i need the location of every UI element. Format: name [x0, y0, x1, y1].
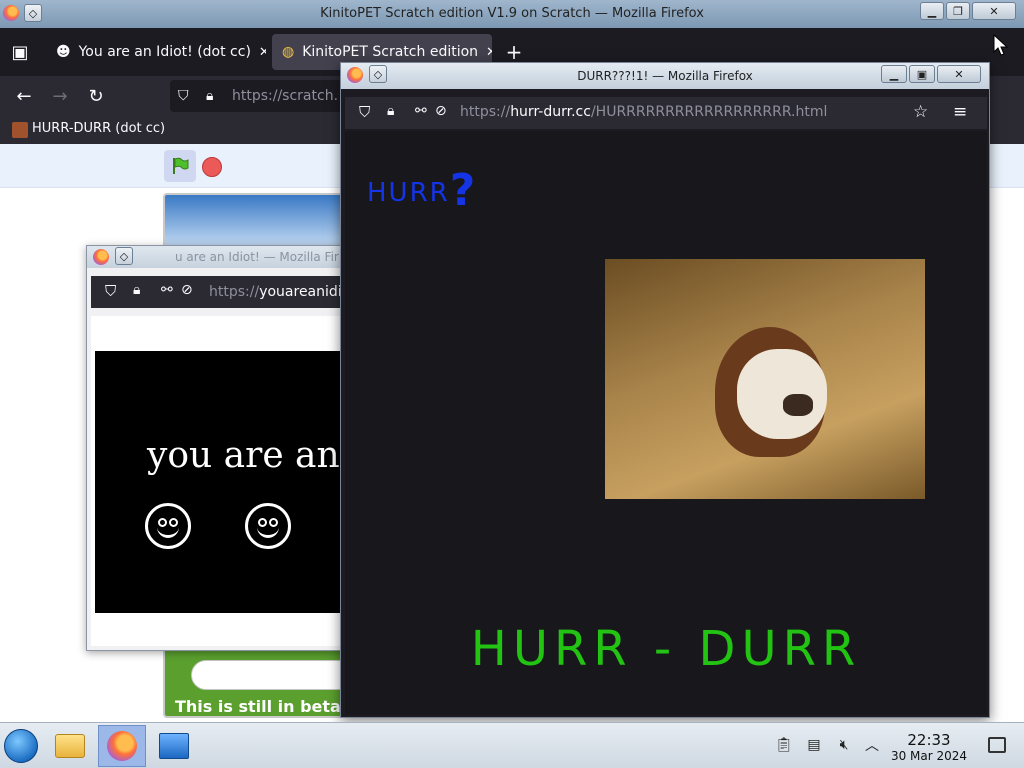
- bookmark-hurr-durr[interactable]: HURR-DURR (dot cc): [32, 121, 165, 136]
- tab-list-icon[interactable]: ▣: [8, 40, 32, 64]
- lock-icon[interactable]: 🔒︎: [206, 80, 213, 112]
- new-tab-button[interactable]: +: [502, 40, 526, 64]
- tab-you-are-an-idiot[interactable]: ☻ You are an Idiot! (dot cc) ✕: [46, 34, 266, 70]
- green-flag-button[interactable]: [164, 150, 196, 182]
- smiley-face-icon: [145, 503, 191, 549]
- tab-label: You are an Idiot! (dot cc): [78, 44, 251, 60]
- durr-url-text: https://hurr-durr.cc/HURRRRRRRRRRRRRRRRR…: [460, 104, 828, 120]
- folder-icon: [55, 734, 85, 758]
- durr-window-controls: ▁ ▣ ✕: [881, 65, 981, 83]
- bookmark-star-icon[interactable]: ☆: [913, 102, 928, 122]
- durr-url-bar[interactable]: ⛉ 🔒︎ ⚯ ⊘ https://hurr-durr.cc/HURRRRRRRR…: [345, 97, 987, 129]
- lock-icon[interactable]: 🔒︎: [387, 103, 394, 119]
- idiot-heading: you are an idiot: [147, 435, 345, 476]
- dog-face: [737, 349, 827, 439]
- volume-muted-icon[interactable]: 🔇︎: [834, 735, 854, 755]
- window-menu-button[interactable]: ◇: [115, 247, 133, 265]
- start-menu-button[interactable]: [4, 729, 38, 763]
- clock-time[interactable]: 22:33: [894, 731, 964, 749]
- clipboard-tray-icon[interactable]: 📋︎: [774, 735, 794, 755]
- tab-close-icon[interactable]: ✕: [259, 45, 266, 60]
- dog-nose: [783, 394, 813, 416]
- bookmark-favicon-icon: [12, 122, 28, 138]
- tab-close-icon[interactable]: ✕: [486, 45, 492, 60]
- maximize-button[interactable]: ❐: [946, 2, 970, 20]
- hamburger-menu-icon[interactable]: ≡: [953, 102, 967, 122]
- idiot-black-panel: you are an idiot: [95, 351, 345, 613]
- forward-arrow-icon[interactable]: →: [48, 84, 72, 108]
- reload-icon[interactable]: ↻: [84, 84, 108, 108]
- hurr-durr-banner: HURR - DURR: [470, 621, 862, 677]
- shield-icon[interactable]: ⛉: [359, 103, 370, 121]
- main-url-text: https://scratch.: [232, 88, 339, 104]
- durr-page-content: HURR? HURR - DURR: [345, 131, 987, 715]
- close-button[interactable]: ✕: [972, 2, 1016, 20]
- shield-icon[interactable]: ⛉: [178, 80, 189, 112]
- durr-window-titlebar[interactable]: ◇ DURR???!1! — Mozilla Firefox ▁ ▣ ✕: [341, 63, 989, 89]
- firefox-icon: [107, 731, 137, 761]
- smiley-face-icon: [245, 503, 291, 549]
- mouse-cursor-icon: [993, 34, 1009, 56]
- idiot-url-text: https://youareanidic: [209, 284, 346, 300]
- bulldog-video-image[interactable]: [605, 259, 925, 499]
- network-manager-icon: [159, 733, 189, 759]
- maximize-button[interactable]: ▣: [909, 65, 935, 83]
- taskbar-firefox[interactable]: [98, 725, 146, 767]
- clock-date[interactable]: 30 Mar 2024: [884, 749, 974, 763]
- show-desktop-button[interactable]: [988, 737, 1006, 753]
- main-window-title: KinitoPET Scratch edition V1.9 on Scratc…: [320, 6, 704, 21]
- lock-icon[interactable]: 🔒︎: [133, 282, 140, 298]
- hurr-question-heading: HURR?: [367, 165, 478, 216]
- stage-beta-text: This is still in beta.: [175, 697, 347, 716]
- durr-popup-window[interactable]: ◇ DURR???!1! — Mozilla Firefox ▁ ▣ ✕ ⛉ 🔒…: [340, 62, 990, 718]
- taskbar-file-manager[interactable]: [46, 725, 94, 767]
- taskbar-network-app[interactable]: [150, 725, 198, 767]
- minimize-button[interactable]: ▁: [920, 2, 944, 20]
- firefox-logo-icon: [93, 249, 109, 265]
- permissions-icon[interactable]: ⚯: [415, 103, 427, 119]
- permissions-icon[interactable]: ⚯: [161, 282, 173, 298]
- idiot-window-titlebar[interactable]: ◇ u are an Idiot! — Mozilla Fir: [87, 246, 345, 268]
- green-flag-icon: [173, 157, 189, 174]
- idiot-url-bar[interactable]: ⛉ 🔒︎ ⚯ ⊘ https://youareanidic: [91, 276, 346, 308]
- scratch-favicon-icon: ◍: [282, 44, 295, 60]
- tracking-blocked-icon[interactable]: ⊘: [435, 103, 447, 119]
- main-window-titlebar[interactable]: ◇ KinitoPET Scratch edition V1.9 on Scra…: [0, 0, 1024, 28]
- minimize-button[interactable]: ▁: [881, 65, 907, 83]
- close-button[interactable]: ✕: [937, 65, 981, 83]
- taskbar: 📋︎ ▤ 🔇︎ ︿ 22:33 30 Mar 2024: [0, 722, 1024, 768]
- idiot-popup-window[interactable]: ◇ u are an Idiot! — Mozilla Fir ⛉ 🔒︎ ⚯ ⊘…: [86, 245, 346, 651]
- smiley-favicon-icon: ☻: [56, 44, 71, 60]
- shield-icon[interactable]: ⛉: [105, 282, 116, 300]
- idiot-page-content: you are an idiot: [91, 316, 345, 646]
- stop-sign-button[interactable]: [202, 157, 222, 177]
- tab-label: KinitoPET Scratch edition: [302, 44, 479, 60]
- main-window-controls: ▁ ❐ ✕: [920, 2, 1016, 20]
- back-arrow-icon[interactable]: ←: [12, 84, 36, 108]
- chevron-up-icon[interactable]: ︿: [862, 735, 882, 755]
- tracking-blocked-icon[interactable]: ⊘: [181, 282, 193, 298]
- idiot-window-title: u are an Idiot! — Mozilla Fir: [175, 250, 339, 264]
- storage-tray-icon[interactable]: ▤: [804, 735, 824, 755]
